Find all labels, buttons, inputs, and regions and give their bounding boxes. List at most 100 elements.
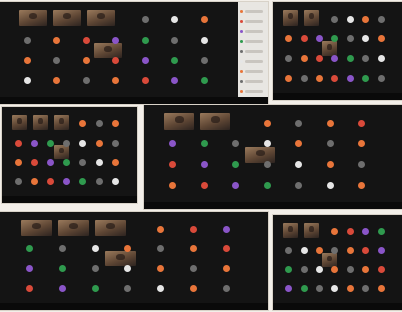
participant-avatar-icon — [124, 245, 131, 252]
participant-video-tile — [245, 147, 275, 163]
photo-middle-right — [144, 105, 402, 209]
participant-avatar-icon — [142, 77, 149, 84]
participant-avatar-icon — [47, 178, 54, 185]
participant-avatar-icon — [201, 37, 208, 44]
participant-avatar-icon — [347, 247, 354, 254]
participant-avatar-icon — [169, 161, 176, 168]
participant-avatar-icon — [63, 178, 70, 185]
participant-name-bar — [245, 90, 263, 93]
participant-avatar-icon — [347, 75, 354, 82]
participant-avatar-icon — [378, 266, 385, 273]
photo-top-left — [0, 2, 268, 104]
participant-avatar-icon — [316, 247, 323, 254]
participant-avatar-icon — [347, 285, 354, 292]
participant-avatar-icon — [26, 265, 33, 272]
participant-avatar-icon — [223, 285, 230, 292]
participant-avatar-icon — [295, 140, 302, 147]
participant-avatar-icon — [157, 265, 164, 272]
participant-avatar-icon — [112, 37, 119, 44]
participant-avatar-icon — [378, 247, 385, 254]
participant-avatar-icon — [316, 55, 323, 62]
participant-avatar-icon — [301, 266, 308, 273]
participant-name-bar — [245, 80, 263, 83]
participant-avatar-icon — [169, 140, 176, 147]
participant-avatar-icon — [201, 57, 208, 64]
participant-avatar-icon — [47, 140, 54, 147]
participant-video-tile — [164, 113, 194, 130]
participant-avatar-icon — [301, 285, 308, 292]
participant-avatar-icon — [362, 16, 369, 23]
photo-middle-left — [2, 107, 137, 203]
participant-avatar-icon — [190, 285, 197, 292]
participant-avatar-icon — [331, 35, 338, 42]
participant-avatar-icon — [142, 16, 149, 23]
participant-avatar-icon — [358, 182, 365, 189]
photo-bottom-right — [273, 215, 402, 310]
participant-avatar-icon — [15, 159, 22, 166]
participant-avatar-icon — [96, 140, 103, 147]
participant-avatar-icon — [301, 247, 308, 254]
participant-avatar-icon — [79, 140, 86, 147]
participant-avatar-icon — [362, 266, 369, 273]
participant-name-bar — [245, 40, 263, 43]
participant-avatar-icon — [264, 161, 271, 168]
participant-avatar-icon — [92, 285, 99, 292]
participant-avatar-icon — [362, 228, 369, 235]
participant-avatar-icon — [53, 77, 60, 84]
participant-avatar-icon — [362, 55, 369, 62]
participant-video-tile — [94, 43, 122, 58]
participant-avatar-icon — [362, 35, 369, 42]
participant-avatar-icon — [201, 140, 208, 147]
participant-avatar-icon — [240, 90, 243, 93]
participant-avatar-icon — [295, 182, 302, 189]
participant-avatar-icon — [362, 285, 369, 292]
participant-avatar-icon — [378, 285, 385, 292]
participant-video-tile — [12, 115, 27, 130]
participant-avatar-icon — [15, 140, 22, 147]
participant-avatar-icon — [112, 77, 119, 84]
participant-avatar-icon — [378, 16, 385, 23]
participant-avatar-icon — [223, 245, 230, 252]
participant-avatar-icon — [358, 120, 365, 127]
participant-avatar-icon — [240, 60, 243, 63]
participant-avatar-icon — [190, 265, 197, 272]
participant-avatar-icon — [201, 182, 208, 189]
participant-avatar-icon — [331, 228, 338, 235]
participant-avatar-icon — [232, 161, 239, 168]
participant-avatar-icon — [59, 285, 66, 292]
participant-video-tile — [87, 10, 115, 26]
participant-video-tile — [322, 253, 337, 267]
participant-avatar-icon — [327, 182, 334, 189]
participant-avatar-icon — [92, 245, 99, 252]
participant-avatar-icon — [142, 57, 149, 64]
participant-avatar-icon — [331, 55, 338, 62]
participant-avatar-icon — [171, 57, 178, 64]
participant-avatar-icon — [92, 265, 99, 272]
participant-avatar-icon — [83, 57, 90, 64]
participant-video-tile — [283, 10, 298, 26]
participant-avatar-icon — [331, 285, 338, 292]
participant-avatar-icon — [53, 57, 60, 64]
participant-avatar-icon — [79, 159, 86, 166]
participant-avatar-icon — [327, 161, 334, 168]
participant-avatar-icon — [157, 285, 164, 292]
participant-avatar-icon — [301, 35, 308, 42]
participant-avatar-icon — [240, 50, 243, 53]
participant-video-tile — [53, 10, 81, 26]
participant-avatar-icon — [15, 178, 22, 185]
participant-avatar-icon — [240, 70, 243, 73]
photo-bottom-left — [0, 212, 268, 310]
participant-avatar-icon — [331, 247, 338, 254]
participant-avatar-icon — [264, 140, 271, 147]
participant-avatar-icon — [96, 159, 103, 166]
monitor-bezel — [144, 202, 402, 209]
participant-avatar-icon — [378, 35, 385, 42]
participant-avatar-icon — [59, 245, 66, 252]
participant-avatar-icon — [112, 159, 119, 166]
participant-avatar-icon — [112, 140, 119, 147]
participant-avatar-icon — [347, 266, 354, 273]
participant-avatar-icon — [31, 159, 38, 166]
participant-avatar-icon — [240, 10, 243, 13]
participant-avatar-icon — [79, 120, 86, 127]
participant-avatar-icon — [96, 178, 103, 185]
